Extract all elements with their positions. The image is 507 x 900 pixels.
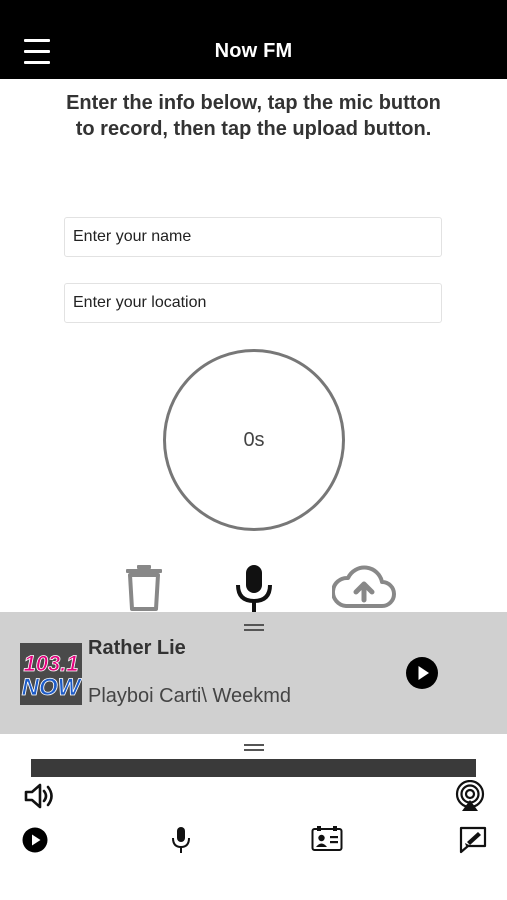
contact-card-icon[interactable] <box>311 826 343 852</box>
volume-icon[interactable] <box>23 782 55 810</box>
tab-microphone-icon[interactable] <box>171 826 191 854</box>
play-icon[interactable] <box>406 657 438 689</box>
play-circle-icon[interactable] <box>22 827 48 853</box>
recording-timer: 0s <box>163 349 345 531</box>
drag-handle[interactable] <box>244 624 264 631</box>
svg-text:NOW: NOW <box>22 674 82 701</box>
compose-icon[interactable] <box>458 826 488 854</box>
name-input[interactable] <box>64 217 442 257</box>
app-header: Now FM <box>0 0 507 79</box>
cloud-upload-icon[interactable] <box>332 564 396 610</box>
page-title: Now FM <box>214 40 293 62</box>
airplay-icon[interactable] <box>454 780 486 812</box>
timer-label: 0s <box>243 428 265 451</box>
player-drag-handle[interactable] <box>244 744 264 751</box>
track-artist: Playboi Carti\ Weekmd <box>88 685 292 707</box>
now-playing-bar[interactable]: 103.1 NOW Rather Lie Playboi Carti\ Week… <box>0 612 507 734</box>
station-logo: 103.1 NOW <box>20 643 82 705</box>
playback-progress-bar[interactable] <box>31 759 476 777</box>
microphone-icon[interactable] <box>234 563 274 613</box>
trash-icon[interactable] <box>124 563 164 611</box>
svg-text:103.1: 103.1 <box>23 651 78 676</box>
track-title: Rather Lie <box>88 637 186 659</box>
location-input[interactable] <box>64 283 442 323</box>
instructions-text: Enter the info below, tap the mic button… <box>66 92 441 140</box>
